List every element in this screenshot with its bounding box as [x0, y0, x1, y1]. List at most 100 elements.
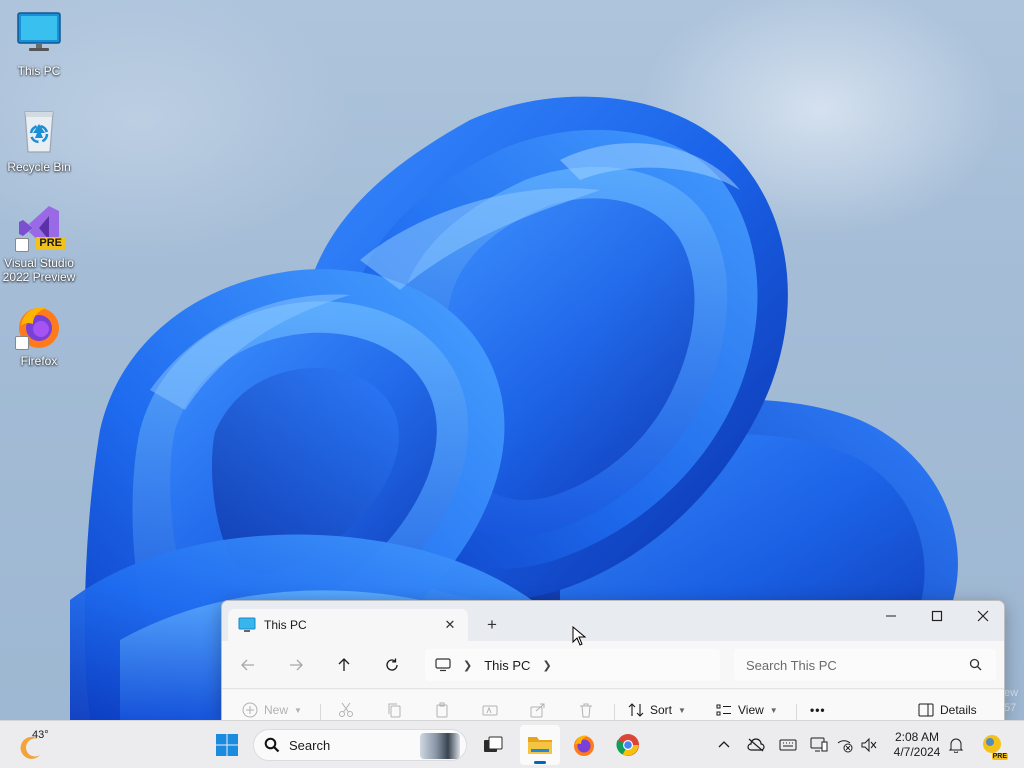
chrome-icon: [616, 734, 639, 756]
notifications-button[interactable]: [945, 733, 967, 757]
taskbar-file-explorer[interactable]: [520, 725, 560, 765]
chevron-right-icon: ❯: [463, 659, 473, 672]
clock[interactable]: 2:08 AM 4/7/2024: [886, 730, 948, 760]
more-options-button[interactable]: •••: [810, 696, 826, 721]
details-pane-button[interactable]: Details: [918, 696, 977, 721]
chevron-right-icon[interactable]: ❯: [542, 659, 551, 672]
address-bar[interactable]: ❯ This PC ❯: [425, 649, 720, 681]
sort-label: Sort: [650, 703, 673, 717]
close-icon: [977, 610, 989, 622]
desktop-icon-visual-studio[interactable]: PRE Visual Studio 2022 Preview: [0, 204, 78, 284]
weather-widget[interactable]: 43°: [14, 727, 54, 765]
new-label: New: [264, 703, 289, 717]
minimize-icon: [886, 615, 896, 617]
new-button[interactable]: New ▼: [242, 696, 302, 721]
sort-icon: [628, 703, 644, 717]
keyboard-tray-icon[interactable]: [777, 733, 799, 757]
desktop-icon-label: This PC: [17, 64, 61, 78]
desktop-icon-firefox[interactable]: Firefox: [0, 302, 78, 368]
search-icon: [969, 658, 982, 674]
windows-logo-icon: [216, 734, 238, 756]
weather-temperature: 43°: [32, 729, 49, 741]
folder-icon: [528, 737, 552, 754]
monitor-icon: [238, 617, 256, 633]
taskbar-search-box[interactable]: Search: [253, 729, 467, 761]
task-view-button[interactable]: [473, 725, 513, 765]
speaker-icon: [861, 737, 877, 753]
refresh-button[interactable]: [378, 651, 406, 679]
file-explorer-window: This PC ✕ + ❯ This PC ❯ Search This PC N…: [221, 600, 1005, 721]
network-disconnected-icon: [837, 740, 853, 753]
new-tab-button[interactable]: +: [480, 613, 504, 637]
command-bar: New ▼ Sort ▼ View ▼ ••• Details: [222, 690, 1004, 721]
taskbar: 43° Search 2:08 AM 4/7/2024 PRE: [0, 720, 1024, 768]
navigation-bar: ❯ This PC ❯ Search This PC: [222, 641, 1004, 689]
sort-button[interactable]: Sort ▼: [628, 696, 686, 721]
mouse-cursor-icon: [572, 625, 587, 649]
copy-button[interactable]: [386, 696, 402, 721]
search-icon: [264, 737, 280, 753]
desktop-icon-label: Visual Studio 2022 Preview: [2, 256, 76, 284]
visual-studio-icon: PRE: [15, 204, 65, 252]
up-button[interactable]: [330, 651, 358, 679]
cut-button[interactable]: [338, 696, 354, 721]
network-tray-icon[interactable]: [834, 733, 856, 757]
display-tray-icon[interactable]: [808, 733, 830, 757]
view-label: View: [738, 703, 764, 717]
taskbar-firefox[interactable]: [564, 725, 604, 765]
task-view-icon: [484, 736, 503, 752]
forward-button[interactable]: [282, 651, 310, 679]
arrow-left-icon: [241, 659, 254, 671]
share-icon: [530, 703, 545, 718]
clock-time: 2:08 AM: [894, 730, 940, 744]
shortcut-arrow-icon: [15, 336, 29, 350]
minimize-button[interactable]: [868, 601, 914, 631]
monitor-icon: [15, 12, 63, 60]
separator: [796, 704, 797, 721]
shortcut-arrow-icon: [15, 238, 29, 252]
back-button[interactable]: [234, 651, 262, 679]
firefox-icon: [574, 735, 594, 756]
paste-button[interactable]: [434, 696, 450, 721]
chevron-down-icon: ▼: [294, 705, 302, 715]
view-icon: [716, 704, 731, 716]
close-button[interactable]: [960, 601, 1004, 631]
delete-button[interactable]: [578, 696, 594, 721]
rename-button[interactable]: [482, 696, 498, 721]
plus-circle-icon: [242, 702, 258, 718]
onedrive-tray-icon[interactable]: [745, 733, 767, 757]
maximize-icon: [931, 610, 943, 622]
view-button[interactable]: View ▼: [716, 696, 778, 721]
chevron-up-icon: [718, 741, 730, 748]
volume-tray-icon[interactable]: [858, 733, 880, 757]
cloud-off-icon: [747, 738, 765, 752]
separator: [614, 704, 615, 721]
monitor-settings-icon: [810, 737, 828, 752]
desktop-icon-this-pc[interactable]: This PC: [0, 12, 78, 78]
search-box[interactable]: Search This PC: [734, 649, 996, 681]
taskbar-chrome[interactable]: [608, 725, 648, 765]
monitor-icon: [435, 658, 451, 672]
copilot-preview-button[interactable]: PRE: [980, 733, 1008, 760]
breadcrumb-this-pc[interactable]: This PC: [484, 658, 530, 673]
desktop-icon-recycle-bin[interactable]: Recycle Bin: [0, 108, 78, 174]
clock-date: 4/7/2024: [893, 745, 941, 759]
title-bar[interactable]: This PC ✕ +: [222, 601, 1004, 641]
search-placeholder: Search: [289, 737, 331, 753]
share-button[interactable]: [530, 696, 546, 721]
maximize-button[interactable]: [914, 601, 960, 631]
copy-icon: [388, 703, 401, 718]
bell-icon: [948, 738, 964, 753]
start-button[interactable]: [207, 725, 247, 765]
desktop-watermark: ew 57: [1004, 686, 1024, 716]
search-placeholder: Search This PC: [746, 657, 837, 673]
chevron-down-icon: ▼: [769, 705, 778, 715]
desktop-icon-label: Firefox: [20, 354, 58, 368]
arrow-right-icon: [290, 659, 303, 671]
tab-this-pc[interactable]: This PC ✕: [228, 609, 468, 641]
tab-label: This PC: [264, 618, 307, 632]
details-label: Details: [940, 703, 977, 717]
show-hidden-icons-button[interactable]: [713, 733, 735, 757]
clipboard-icon: [436, 702, 448, 718]
close-tab-button[interactable]: ✕: [442, 617, 458, 633]
